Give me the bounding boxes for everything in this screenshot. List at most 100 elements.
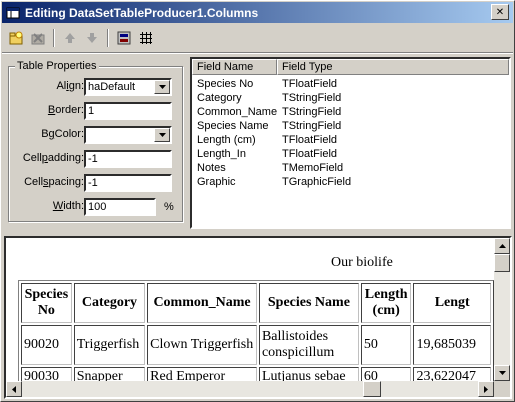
preview-table: Species No Category Common_Name Species N… <box>18 280 494 381</box>
field-name-cell: Common_Name <box>197 106 278 118</box>
horizontal-scrollbar[interactable] <box>6 381 494 397</box>
properties-button[interactable] <box>113 27 135 49</box>
border-row: Border: 1 <box>9 102 184 120</box>
vertical-scroll-thumb[interactable] <box>494 254 510 272</box>
align-row: Align: haDefault <box>9 78 184 96</box>
cell-length-cm: 60 <box>360 367 412 381</box>
title-bar[interactable]: Editing DataSetTableProducer1.Columns ✕ <box>2 2 513 23</box>
header-category: Category <box>73 283 146 323</box>
move-down-button[interactable] <box>81 27 103 49</box>
add-button[interactable] <box>5 27 27 49</box>
scrollbar-corner <box>494 381 510 397</box>
column-header-field-type[interactable]: Field Type <box>277 59 509 75</box>
arrow-left-icon <box>12 385 16 393</box>
field-name-cell: Species No <box>197 78 254 90</box>
cell-length-in: 19,685039 <box>413 325 491 365</box>
cellspacing-label: Cellspacing: <box>24 176 84 188</box>
list-item[interactable]: Species Name TStringField <box>192 119 509 133</box>
close-icon: ✕ <box>495 6 505 18</box>
header-common-name: Common_Name <box>147 283 257 323</box>
move-down-icon <box>87 33 97 43</box>
move-up-button[interactable] <box>59 27 81 49</box>
cellspacing-input[interactable]: -1 <box>84 174 172 192</box>
cell-common-name: Clown Triggerfish <box>147 325 257 365</box>
cell-species-name: Lutjanus sebae <box>258 367 359 381</box>
scroll-up-button[interactable] <box>494 238 510 254</box>
field-type-cell: TStringField <box>282 106 342 118</box>
list-item[interactable]: Length (cm) TFloatField <box>192 133 509 147</box>
horizontal-scroll-thumb[interactable] <box>363 381 381 397</box>
header-species-name: Species Name <box>258 283 359 323</box>
table-row: 90020 Triggerfish Clown Triggerfish Ball… <box>21 325 491 365</box>
add-icon <box>9 31 23 45</box>
list-item[interactable]: Notes TMemoField <box>192 161 509 175</box>
cell-category: Snapper <box>73 367 146 381</box>
scroll-right-button[interactable] <box>478 381 494 397</box>
toolbar-separator <box>107 29 109 47</box>
vertical-scrollbar[interactable] <box>494 238 510 381</box>
field-name-cell: Graphic <box>197 176 236 188</box>
cell-common-name: Red Emperor <box>147 367 257 381</box>
field-list[interactable]: Field Name Field Type Species No TFloatFi… <box>190 57 511 229</box>
field-name-cell: Notes <box>197 162 226 174</box>
cell-length-in: 23,622047 <box>413 367 491 381</box>
bgcolor-select[interactable] <box>84 126 172 144</box>
list-item[interactable]: Common_Name TStringField <box>192 105 509 119</box>
field-list-header: Field Name Field Type <box>192 59 509 75</box>
border-input[interactable]: 1 <box>84 102 172 120</box>
field-type-cell: TFloatField <box>282 78 338 90</box>
align-dropdown-button[interactable] <box>154 80 170 94</box>
chevron-down-icon <box>158 133 166 137</box>
cell-category: Triggerfish <box>73 325 146 365</box>
field-type-cell: TFloatField <box>282 148 338 160</box>
grid-button[interactable] <box>135 27 157 49</box>
bgcolor-dropdown-button[interactable] <box>154 128 170 142</box>
properties-icon <box>117 31 131 45</box>
align-select[interactable]: haDefault <box>84 78 172 96</box>
window-title: Editing DataSetTableProducer1.Columns <box>25 5 259 20</box>
cell-species-no: 90020 <box>21 325 72 365</box>
group-title: Table Properties <box>15 60 99 72</box>
table-properties-group: Table Properties Align: haDefault Border… <box>8 60 184 222</box>
cellpadding-input[interactable]: -1 <box>84 150 172 168</box>
field-list-rows: Species No TFloatField Category TStringFiel… <box>192 75 509 189</box>
cell-species-no: 90030 <box>21 367 72 381</box>
field-type-cell: TStringField <box>282 92 342 104</box>
scroll-left-button[interactable] <box>6 381 22 397</box>
table-row: 90030 Snapper Red Emperor Lutjanus sebae… <box>21 367 491 381</box>
html-preview: Our biolife Species No Category Common_Na… <box>4 236 512 399</box>
table-caption: Our biolife <box>331 255 393 270</box>
align-value: haDefault <box>88 81 136 93</box>
toolbar <box>5 27 157 49</box>
header-length-in: Lengt <box>413 283 491 323</box>
splitter[interactable] <box>2 232 513 235</box>
header-species-no: Species No <box>21 283 72 323</box>
list-item[interactable]: Category TStringField <box>192 91 509 105</box>
field-name-cell: Category <box>197 92 242 104</box>
preview-content: Our biolife Species No Category Common_Na… <box>6 238 494 381</box>
list-item[interactable]: Length_In TFloatField <box>192 147 509 161</box>
width-input[interactable]: 100 <box>84 198 156 216</box>
width-unit: % <box>164 201 174 213</box>
align-label: Align: <box>56 80 84 92</box>
field-type-cell: TFloatField <box>282 134 338 146</box>
header-length-cm: Length (cm) <box>360 283 412 323</box>
preview-header-row: Species No Category Common_Name Species N… <box>21 283 491 323</box>
cell-species-name: Ballistoides conspicillum <box>258 325 359 365</box>
move-up-icon <box>65 33 75 43</box>
arrow-down-icon <box>498 371 506 375</box>
list-item[interactable]: Species No TFloatField <box>192 77 509 91</box>
close-button[interactable]: ✕ <box>491 4 509 20</box>
field-type-cell: TStringField <box>282 120 342 132</box>
columns-editor-window: Editing DataSetTableProducer1.Columns ✕ … <box>0 0 515 402</box>
scroll-down-button[interactable] <box>494 365 510 381</box>
list-item[interactable]: Graphic TGraphicField <box>192 175 509 189</box>
delete-button[interactable] <box>27 27 49 49</box>
field-type-cell: TMemoField <box>282 162 344 174</box>
column-header-field-name[interactable]: Field Name <box>192 59 277 75</box>
cellspacing-row: Cellspacing: -1 <box>9 174 184 192</box>
cellpadding-label: Cellpadding: <box>22 152 84 164</box>
cellpadding-row: Cellpadding: -1 <box>9 150 184 168</box>
width-row: Width: 100 % <box>9 198 184 216</box>
toolbar-divider <box>2 52 513 54</box>
